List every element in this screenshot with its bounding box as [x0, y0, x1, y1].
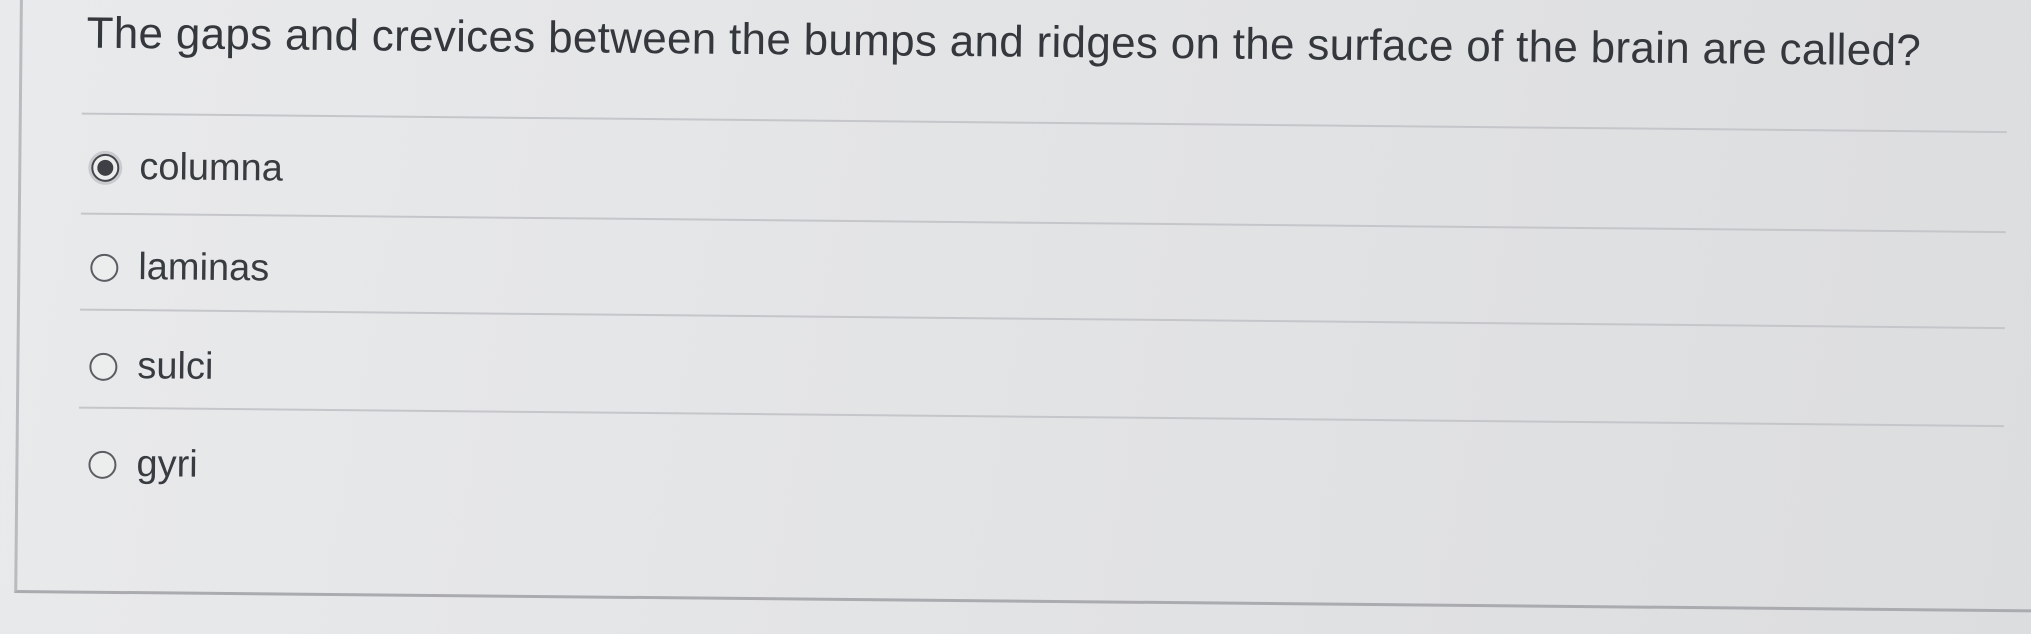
- radio-button[interactable]: [89, 352, 118, 381]
- answer-option-laminas[interactable]: laminas: [90, 246, 269, 291]
- radio-button-selected[interactable]: [91, 153, 120, 182]
- answer-option-gyri[interactable]: gyri: [88, 443, 198, 487]
- answer-option-label: laminas: [138, 246, 270, 290]
- quiz-question-panel: The gaps and crevices between the bumps …: [14, 0, 2031, 613]
- radio-button[interactable]: [90, 253, 119, 282]
- question-text: The gaps and crevices between the bumps …: [86, 8, 1922, 76]
- divider: [80, 212, 2006, 234]
- answer-option-label: columna: [139, 146, 284, 190]
- radio-selected-dot-icon: [97, 159, 114, 176]
- divider: [78, 406, 2004, 428]
- divider: [79, 308, 2005, 330]
- answer-option-columna[interactable]: columna: [91, 146, 283, 191]
- answer-option-label: gyri: [136, 443, 198, 486]
- answer-option-sulci[interactable]: sulci: [89, 345, 214, 389]
- divider: [81, 112, 2007, 134]
- radio-button[interactable]: [88, 450, 117, 479]
- answer-option-label: sulci: [137, 345, 214, 388]
